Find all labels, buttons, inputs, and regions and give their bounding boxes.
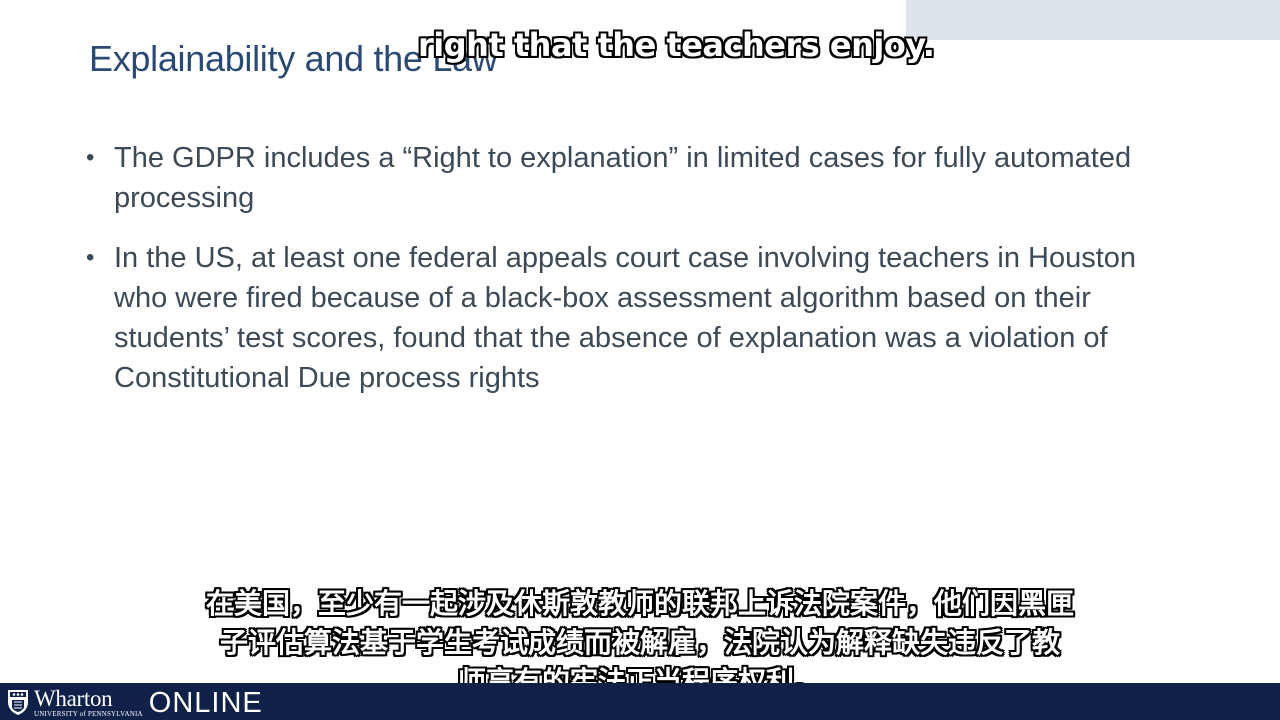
wharton-online-logo: Wharton UNIVERSITY of PENNSYLVANIA ONLIN…	[6, 686, 263, 719]
bullet-marker: •	[86, 244, 95, 271]
slide-top-accent-bar	[906, 0, 1280, 40]
chinese-subtitle-line-1: 在美国，至少有一起涉及休斯敦教师的联邦上诉法院案件，他们因黑匣	[205, 587, 1074, 620]
online-label: ONLINE	[148, 686, 263, 719]
bullet-marker: •	[86, 144, 95, 171]
bullet-list: • The GDPR includes a “Right to explanat…	[86, 138, 1196, 418]
bullet-item: • In the US, at least one federal appeal…	[86, 238, 1196, 398]
logo-name: Wharton	[34, 685, 113, 711]
english-subtitle: right that the teachers enjoy.	[418, 26, 935, 64]
chinese-subtitle-line-2: 子评估算法基于学生考试成绩而被解雇，法院认为解释缺失违反了教	[219, 626, 1060, 659]
bullet-text: In the US, at least one federal appeals …	[114, 242, 1137, 394]
bullet-item: • The GDPR includes a “Right to explanat…	[86, 138, 1196, 218]
penn-shield-icon	[8, 690, 28, 715]
logo-subtitle: UNIVERSITY of PENNSYLVANIA	[34, 709, 143, 718]
slide: Explainability and the Law • The GDPR in…	[0, 0, 1280, 720]
bullet-text: The GDPR includes a “Right to explanatio…	[114, 142, 1132, 214]
wharton-wordmark: Wharton UNIVERSITY of PENNSYLVANIA	[34, 687, 143, 718]
